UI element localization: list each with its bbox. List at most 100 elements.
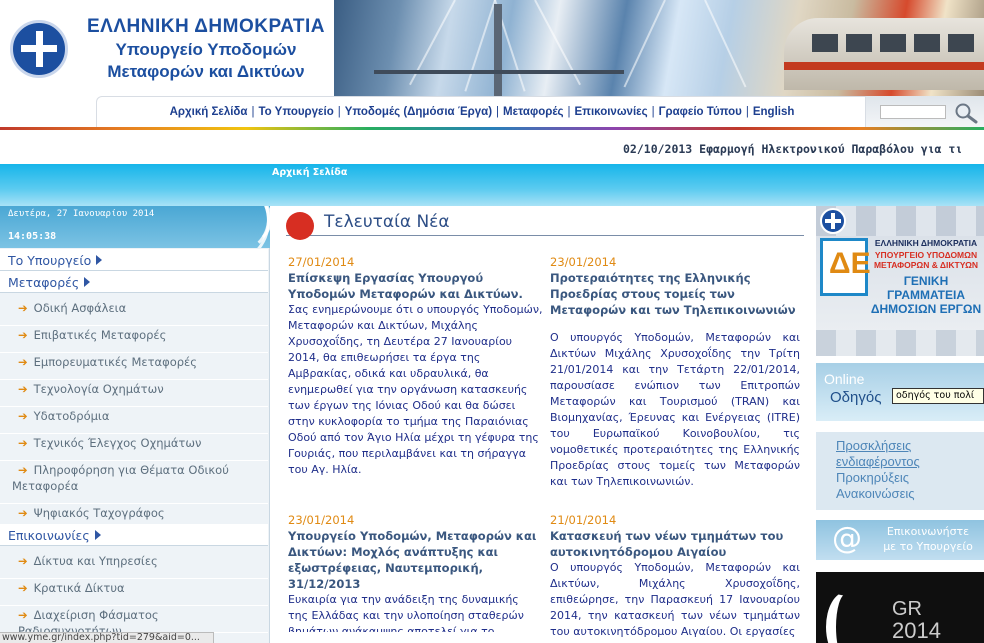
menu-item-road-safety[interactable]: ➔ Οδική Ασφάλεια [0,300,268,326]
menu-item-passenger-transport[interactable]: ➔ Επιβατικές Μεταφορές [0,327,268,353]
news-body: Ο υπουργός Υποδομών, Μεταφορών και Δικτύ… [550,561,800,638]
menu-item-spectrum-management[interactable]: ➔ Διαχείριση Φάσματος Ραδιοσυχνοτήτων [0,607,268,638]
ministry-logo[interactable]: ΕΛΛΗΝΙΚΗ ΔΗΜΟΚΡΑΤΙΑ Υπουργείο Υποδομών Μ… [0,0,334,96]
menu-item-networks-services[interactable]: ➔ Δίκτυα και Υπηρεσίες [0,553,268,579]
menu-item-state-networks[interactable]: ➔ Κρατικά Δίκτυα [0,580,268,606]
gs-title-line2: ΓΡΑΜΜΑΤΕΙΑ [887,288,965,302]
header-divider [0,127,984,130]
news-date: 23/01/2014 [550,255,617,269]
nav-home[interactable]: Αρχική Σελίδα [170,106,248,118]
menu-item-label: Επιβατικές Μεταφορές [33,328,167,342]
gs-logo-text: ΔΕ [829,247,871,280]
latest-news-title: Τελευταία Νέα [324,212,450,232]
gr2014-logo-arc [826,592,866,643]
announcements-link[interactable]: Ανακοινώσεις [836,486,915,502]
menu-item-freight-transport[interactable]: ➔ Εμπορευματικές Μεταφορές [0,354,268,380]
news-date: 27/01/2014 [288,255,355,269]
magnifier-icon[interactable] [954,102,978,124]
menu-item-label: Οδική Ασφάλεια [33,301,127,315]
menu-item-label: Εμπορευματικές Μεταφορές [33,355,197,369]
menu-item-waterdromes[interactable]: ➔ Υδατοδρόμια [0,408,268,434]
logo-line-ministry-2: Μεταφορών και Δικτύων [107,62,305,81]
menu-item-vehicle-technology[interactable]: ➔ Τεχνολογία Οχημάτων [0,381,268,407]
latest-news-heading: Τελευταία Νέα [286,210,804,240]
nav-infrastructure[interactable]: Υποδομές (Δημόσια Έργα) [345,106,492,118]
logo-line-republic: ΕΛΛΗΝΙΚΗ ΔΗΜΟΚΡΑΤΙΑ [87,16,325,37]
search-input[interactable] [880,105,946,119]
current-date: Δευτέρα, 27 Ιανουαρίου 2014 [8,209,155,219]
tenders-link[interactable]: Προκηρύξεις [836,470,909,486]
menu-section-label: Μεταφορές [8,275,80,290]
menu-section-communications[interactable]: Επικοινωνίες [0,524,268,546]
gs-ministry-text: ΥΠΟΥΡΓΕΙΟ ΥΠΟΔΟΜΩΝ ΜΕΤΑΦΟΡΩΝ & ΔΙΚΤΥΩΝ [868,250,984,270]
arrow-right-icon: ➔ [18,301,28,315]
current-time: 14:05:38 [8,231,57,242]
nav-communications[interactable]: Επικοινωνίες [575,106,648,118]
nav-english[interactable]: English [753,106,795,118]
gs-title-line1: ΓΕΝΙΚΗ [903,274,949,288]
arrow-right-icon: ➔ [18,581,28,595]
menu-item-label: Υδατοδρόμια [33,409,110,423]
year-label: 2014 [892,618,941,643]
calls-link-cont[interactable]: ενδιαφέροντος [836,454,920,470]
nav-transport[interactable]: Μεταφορές [503,106,563,118]
menu-item-vehicle-inspection[interactable]: ➔ Τεχνικός Έλεγχος Οχημάτων [0,435,268,461]
contact-line1: Επικοινωνήστε [886,525,970,538]
menu-item-label: Τεχνολογία Οχημάτων [33,382,164,396]
red-dot-icon [286,212,314,240]
main-navigation: Αρχική Σελίδα | Το Υπουργείο | Υποδομές (Δημ… [96,96,866,128]
site-header: ΕΛΛΗΝΙΚΗ ΔΗΜΟΚΡΑΤΙΑ Υπουργείο Υποδομών Μ… [0,0,984,130]
news-ticker[interactable]: 02/10/2013 Εφαρμογή Ηλεκτρονικού Παραβόλ… [0,134,984,164]
menu-item-road-carrier-info[interactable]: ➔ Πληροφόρηση για Θέματα Οδικού Μεταφορέα [0,462,268,504]
header-banner-image [334,0,984,96]
arrow-right-icon: ➔ [18,463,28,477]
nav-ministry[interactable]: Το Υπουργείο [258,106,333,118]
news-date: 23/01/2014 [288,513,355,527]
news-item: 23/01/2014 Προτεραιότητες της Ελληνικής … [550,254,800,490]
search-area [866,96,984,128]
news-date: 21/01/2014 [550,513,617,527]
arrow-right-icon: ➔ [18,436,28,450]
logo-line-ministry: Υπουργείο Υποδομών [115,40,297,59]
news-item: 27/01/2014 Επίσκεψη Εργασίας Υπουργού Υπ… [288,254,544,478]
triangle-right-icon [84,277,91,287]
breadcrumb[interactable]: Αρχική Σελίδα [272,167,347,178]
arrow-right-icon: ➔ [18,328,28,342]
news-body: Ευκαιρία για την ανάδειξη της δυναμικής … [288,593,524,632]
arrow-right-icon: ➔ [18,608,28,622]
triangle-right-icon [94,530,101,540]
nav-press-office[interactable]: Γραφείο Τύπου [659,106,742,118]
calls-link[interactable]: Προσκλήσεις [836,438,911,454]
gs-ministry-line1: ΥΠΟΥΡΓΕΙΟ ΥΠΟΔΟΜΩΝ [874,250,978,260]
date-panel: Δευτέρα, 27 Ιανουαρίου 2014 14:05:38 [0,206,270,248]
gs-title-text: ΓΕΝΙΚΗ ΓΡΑΜΜΑΤΕΙΑ ΔΗΜΟΣΙΩΝ ΕΡΓΩΝ [868,274,984,316]
contact-text: Επικοινωνήστε με το Υπουργείο [872,524,984,554]
menu-section-label: Το Υπουργείο [8,253,92,268]
menu-section-transport[interactable]: Μεταφορές [0,271,268,293]
left-sidebar: Δευτέρα, 27 Ιανουαρίου 2014 14:05:38 Το … [0,206,270,643]
tooltip: οδηγός του πολί [892,388,984,404]
menu-item-label: Δίκτυα και Υπηρεσίες [33,554,158,568]
arrow-right-icon: ➔ [18,554,28,568]
news-item: 23/01/2014 Υπουργείο Υποδομών, Μεταφορών… [288,512,540,632]
general-secretariat-banner[interactable]: ΔΕ ΕΛΛΗΝΙΚΗ ΔΗΜΟΚΡΑΤΙΑ ΥΠΟΥΡΓΕΙΟ ΥΠΟΔΟΜΩ… [816,206,984,356]
greek-emblem-icon [820,208,846,234]
ticker-text[interactable]: 02/10/2013 Εφαρμογή Ηλεκτρονικού Παραβόλ… [623,142,962,156]
triangle-right-icon [96,255,103,265]
news-title-link[interactable]: Υπουργείο Υποδομών, Μεταφορών και Δικτύω… [288,528,540,592]
contact-ministry-banner[interactable]: @ Επικοινωνήστε με το Υπουργείο [816,520,984,560]
browser-status-bar: www.yme.gr/index.php?tid=279&aid=0... [0,632,214,643]
right-sidebar: ΔΕ ΕΛΛΗΝΙΚΗ ΔΗΜΟΚΡΑΤΙΑ ΥΠΟΥΡΓΕΙΟ ΥΠΟΔΟΜΩ… [816,206,984,643]
page: ΕΛΛΗΝΙΚΗ ΔΗΜΟΚΡΑΤΙΑ Υπουργείο Υποδομών Μ… [0,0,984,643]
contact-line2: με το Υπουργείο [883,540,973,553]
gr2014-presidency-banner[interactable]: GR 2014 [816,572,984,643]
news-title-link[interactable]: Επίσκεψη Εργασίας Υπουργού Υποδομών Μετα… [288,270,544,302]
gs-ministry-line2: ΜΕΤΑΦΟΡΩΝ & ΔΙΚΤΥΩΝ [873,260,979,270]
news-title-link[interactable]: Κατασκευή των νέων τμημάτων του αυτοκινη… [550,528,800,560]
guide-label: Οδηγός [830,389,882,406]
menu-item-digital-tachograph[interactable]: ➔ Ψηφιακός Ταχογράφος [0,505,268,525]
menu-section-ministry[interactable]: Το Υπουργείο [0,249,268,271]
news-title-link[interactable]: Προτεραιότητες της Ελληνικής Προεδρίας σ… [550,270,800,318]
menu-item-label: Πληροφόρηση για Θέματα Οδικού Μεταφορέα [12,463,229,493]
greek-emblem-icon [10,20,68,78]
